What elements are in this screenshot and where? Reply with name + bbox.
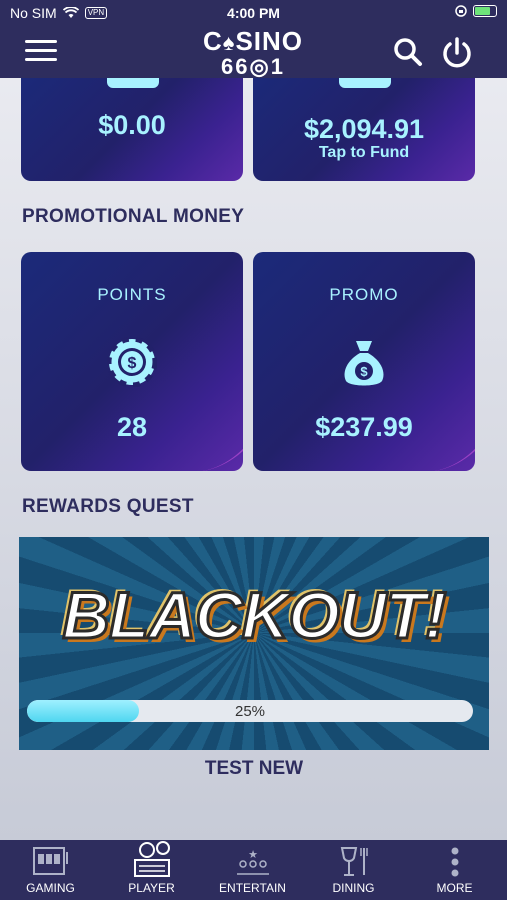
dining-icon (340, 847, 368, 876)
nav-label-dining: DINING (332, 881, 375, 895)
nav-item-player[interactable]: PLAYER (101, 840, 202, 900)
nav-label-more: MORE (436, 881, 473, 895)
fund-balance-amount: $2,094.91 (303, 114, 425, 144)
search-icon[interactable] (392, 36, 424, 68)
fund-balance-card[interactable]: $2,094.91 Tap to Fund (253, 78, 475, 181)
nav-label-entertain: ENTERTAIN (219, 881, 286, 895)
quest-progress-label: 25% (234, 703, 266, 720)
svg-text:$: $ (128, 355, 137, 372)
player-icon (133, 841, 170, 877)
nav-item-dining[interactable]: DINING (303, 840, 404, 900)
money-bag-icon: $ (344, 341, 384, 386)
status-time: 4:00 PM (227, 5, 280, 21)
hamburger-menu-button[interactable] (25, 40, 57, 64)
quest-progress-bar: 25% (27, 700, 473, 722)
tap-to-fund-label[interactable]: Tap to Fund (253, 144, 475, 162)
promo-value: $237.99 (315, 412, 413, 442)
lock-rotation-icon (455, 5, 467, 17)
nav-label-player: PLAYER (128, 881, 175, 895)
rewards-quest-heading: REWARDS QUEST (22, 496, 194, 517)
points-card[interactable]: POINTS $ 28 (21, 252, 243, 471)
cash-balance-amount: $0.00 (98, 110, 166, 140)
app-header: No SIM VPN 4:00 PM C♠SINO 66◎1 (0, 0, 507, 78)
cash-balance-card[interactable]: $0.00 (21, 78, 243, 181)
points-value: 28 (116, 412, 148, 442)
rewards-quest-banner[interactable]: BLACKOUT! 25% (19, 537, 489, 750)
battery-icon (473, 5, 497, 17)
wallet-icon (107, 78, 159, 88)
nav-item-gaming[interactable]: GAMING (0, 840, 101, 900)
audience-icon: ★ (236, 848, 269, 875)
status-bar: No SIM VPN 4:00 PM (0, 0, 507, 28)
points-label: POINTS (97, 285, 167, 304)
promo-card[interactable]: PROMO $ $237.99 (253, 252, 475, 471)
more-icon (451, 847, 458, 877)
power-icon[interactable] (440, 36, 474, 70)
svg-text:★: ★ (248, 848, 258, 861)
poker-chip-icon: $ (106, 336, 158, 388)
content-area[interactable]: $0.00 $2,094.91 Tap to Fund PROMOTIONAL … (0, 78, 507, 840)
quest-name[interactable]: TEST NEW (19, 758, 489, 780)
promo-label: PROMO (329, 285, 399, 304)
quest-banner-title: BLACKOUT! (61, 577, 448, 654)
nav-item-more[interactable]: MORE (404, 840, 505, 900)
nav-label-gaming: GAMING (26, 881, 75, 895)
slot-machine-icon (32, 847, 68, 875)
svg-text:$: $ (360, 364, 368, 379)
bottom-nav: GAMING PLAYER ★ ENTERTAIN DINING MORE (0, 840, 507, 900)
nav-item-entertain[interactable]: ★ ENTERTAIN (202, 840, 303, 900)
casino-logo: C♠SINO 66◎1 (202, 26, 304, 79)
briefcase-icon (339, 78, 391, 88)
promotional-money-heading: PROMOTIONAL MONEY (22, 206, 245, 227)
